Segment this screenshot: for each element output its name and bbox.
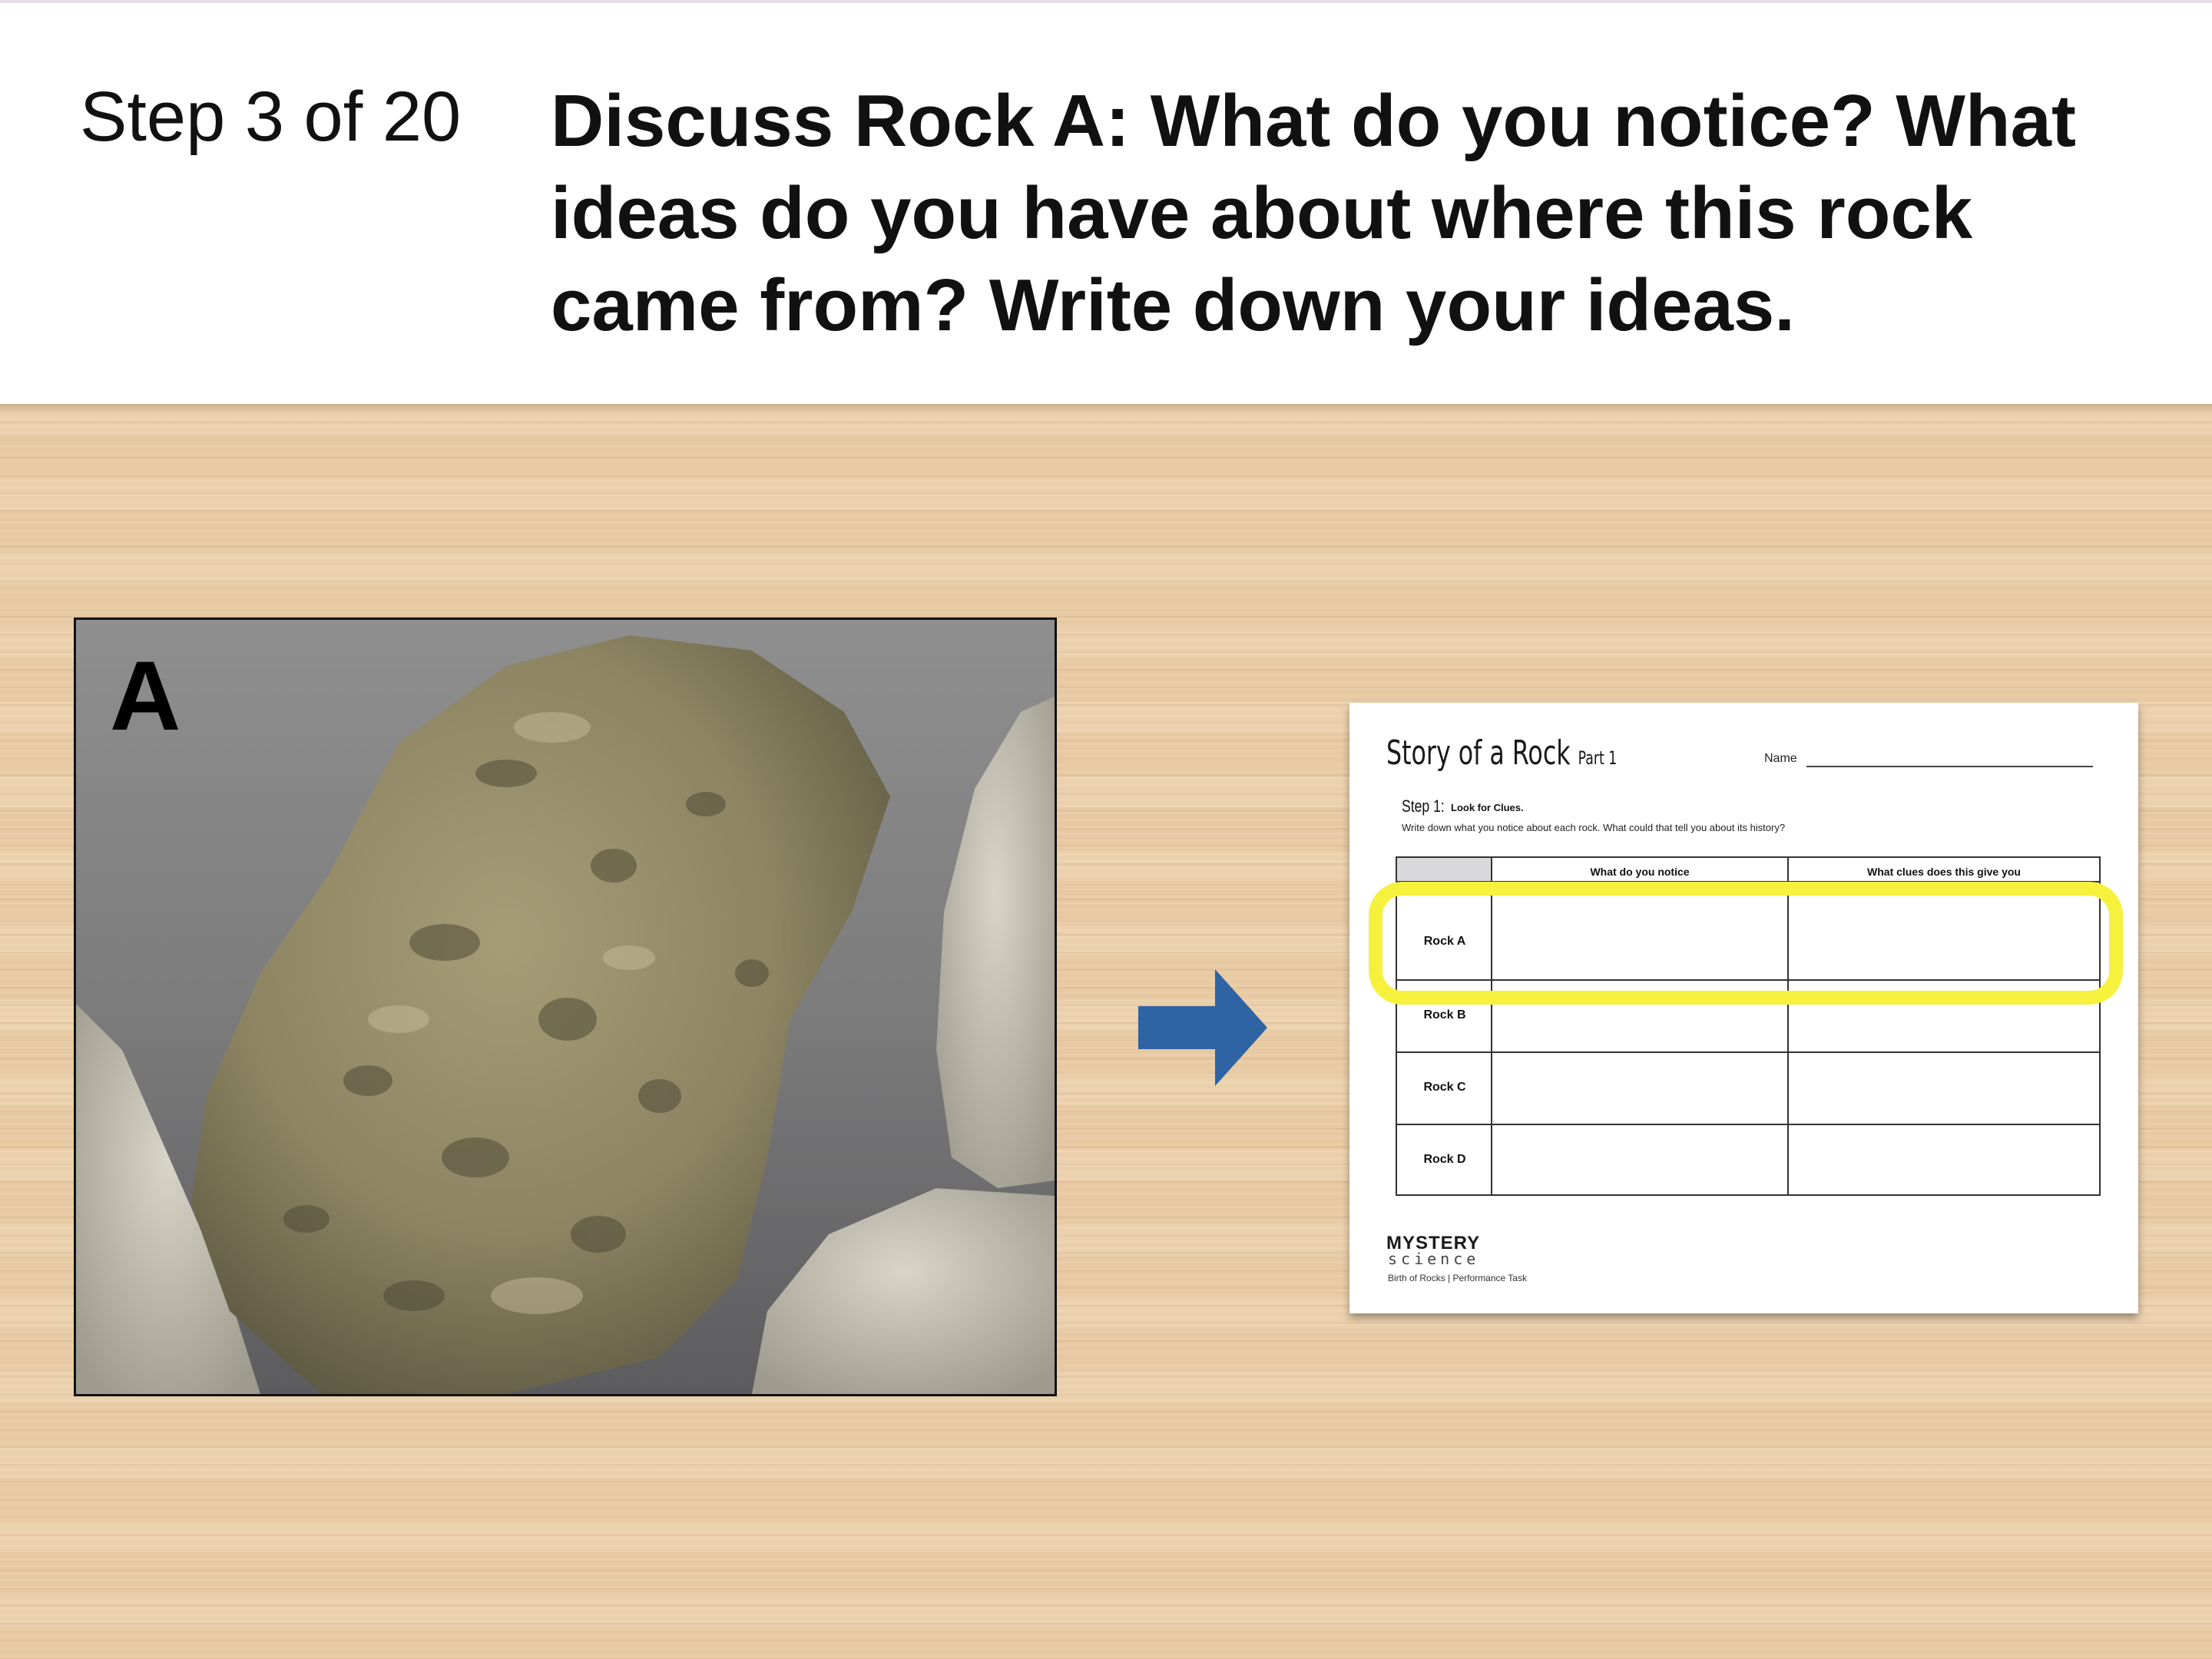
table-row-label: Rock C — [1423, 1081, 1466, 1094]
right-rock — [936, 697, 1055, 1188]
worksheet-footer: Birth of Rocks | Performance Task — [1388, 1273, 1527, 1283]
bottom-right-rock — [752, 1188, 1055, 1394]
table-row-label: Rock B — [1423, 1008, 1466, 1022]
right-arrow-icon — [1138, 969, 1267, 1086]
rock-a-photo: A — [74, 618, 1057, 1396]
worksheet-preview: Story of a Rock Part 1 Name Step 1: Look… — [1349, 703, 2138, 1313]
step-instruction: Discuss Rock A: What do you notice? What… — [551, 80, 2076, 346]
worksheet-title-part: Part 1 — [1578, 747, 1618, 769]
worksheet-title: Story of a Rock Part 1 — [1386, 733, 1617, 773]
table-corner-cell — [1397, 858, 1492, 881]
rock-letter-label: A — [110, 641, 181, 751]
slide-header: Step 3 of 20 Discuss Rock A: What do you… — [0, 3, 2212, 404]
rock-illustration — [76, 635, 1055, 1394]
table-header: What clues does this give you — [1867, 866, 2021, 878]
mystery-science-logo-bottom: science — [1388, 1250, 1480, 1268]
rock-a-row-highlight — [1369, 882, 2123, 1005]
worksheet-name-label: Name — [1764, 752, 1797, 765]
table-divider — [1397, 1124, 2099, 1125]
stage-shadow — [0, 404, 2212, 415]
worksheet-name-line — [1806, 766, 2093, 767]
worksheet-step-label: Step 1: — [1402, 796, 1445, 816]
worksheet-title-text: Story of a Rock — [1386, 733, 1571, 773]
worksheet-step-subtitle: Look for Clues. — [1451, 802, 1524, 813]
worksheet-instructions: Write down what you notice about each ro… — [1402, 822, 1786, 833]
table-header: What do you notice — [1590, 866, 1690, 878]
step-counter: Step 3 of 20 — [80, 78, 462, 156]
table-divider — [1397, 1051, 2099, 1053]
table-row-label: Rock D — [1423, 1153, 1466, 1166]
